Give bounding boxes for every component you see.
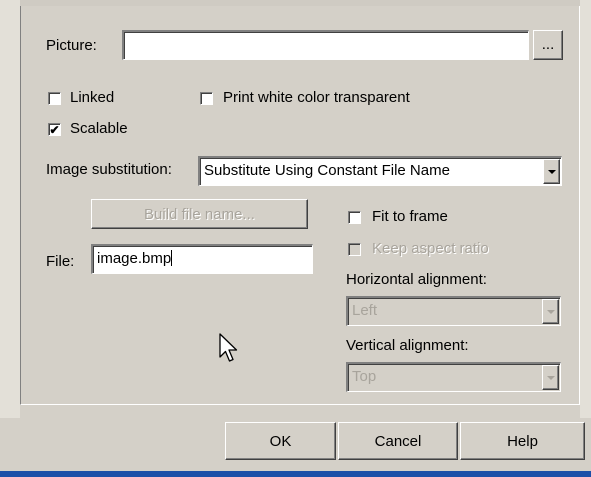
linked-label: Linked [70, 89, 115, 106]
horizontal-alignment-label: Horizontal alignment: [346, 271, 487, 288]
chevron-down-icon [547, 169, 556, 174]
scalable-checkbox[interactable]: ✔ [48, 123, 61, 136]
image-substitution-label: Image substitution: [46, 161, 172, 178]
vertical-alignment-value: Top [352, 368, 377, 385]
browse-picture-button[interactable]: ... [533, 30, 563, 60]
file-input[interactable]: image.bmp [91, 244, 313, 274]
scalable-label: Scalable [70, 120, 128, 137]
ok-button[interactable]: OK [225, 422, 336, 460]
fit-to-frame-label: Fit to frame [372, 208, 448, 225]
checkmark-icon: ✔ [49, 122, 60, 137]
keep-aspect-ratio-checkbox[interactable] [348, 243, 361, 256]
mouse-pointer-icon [219, 333, 238, 362]
linked-checkbox[interactable] [48, 92, 61, 105]
help-button[interactable]: Help [460, 422, 585, 460]
outer-frame-right [580, 0, 591, 418]
picture-label: Picture: [46, 37, 97, 54]
outer-frame-left [0, 0, 20, 418]
picture-input[interactable] [122, 30, 529, 60]
image-substitution-value: Substitute Using Constant File Name [204, 162, 450, 179]
vertical-alignment-select[interactable]: Top [346, 362, 561, 392]
taskbar-edge [0, 471, 591, 477]
chevron-down-icon [546, 375, 555, 380]
keep-aspect-ratio-label: Keep aspect ratio [372, 240, 489, 257]
panel-top-edge [20, 0, 580, 6]
chevron-down-icon [546, 309, 555, 314]
fit-to-frame-checkbox[interactable] [348, 211, 361, 224]
vertical-alignment-dropdown-button[interactable] [542, 365, 559, 390]
horizontal-alignment-value: Left [352, 302, 378, 319]
image-substitution-select[interactable]: Substitute Using Constant File Name [198, 156, 562, 186]
horizontal-alignment-dropdown-button[interactable] [542, 299, 559, 324]
text-caret [171, 250, 173, 266]
build-file-name-button[interactable]: Build file name... [91, 199, 308, 229]
print-white-transparent-checkbox[interactable] [200, 92, 213, 105]
vertical-alignment-label: Vertical alignment: [346, 337, 469, 354]
file-label: File: [46, 253, 75, 270]
file-input-value: image.bmp [97, 250, 172, 267]
image-substitution-dropdown-button[interactable] [543, 159, 560, 184]
cancel-button[interactable]: Cancel [338, 422, 458, 460]
horizontal-alignment-select[interactable]: Left [346, 296, 561, 326]
print-white-transparent-label: Print white color transparent [223, 89, 410, 106]
